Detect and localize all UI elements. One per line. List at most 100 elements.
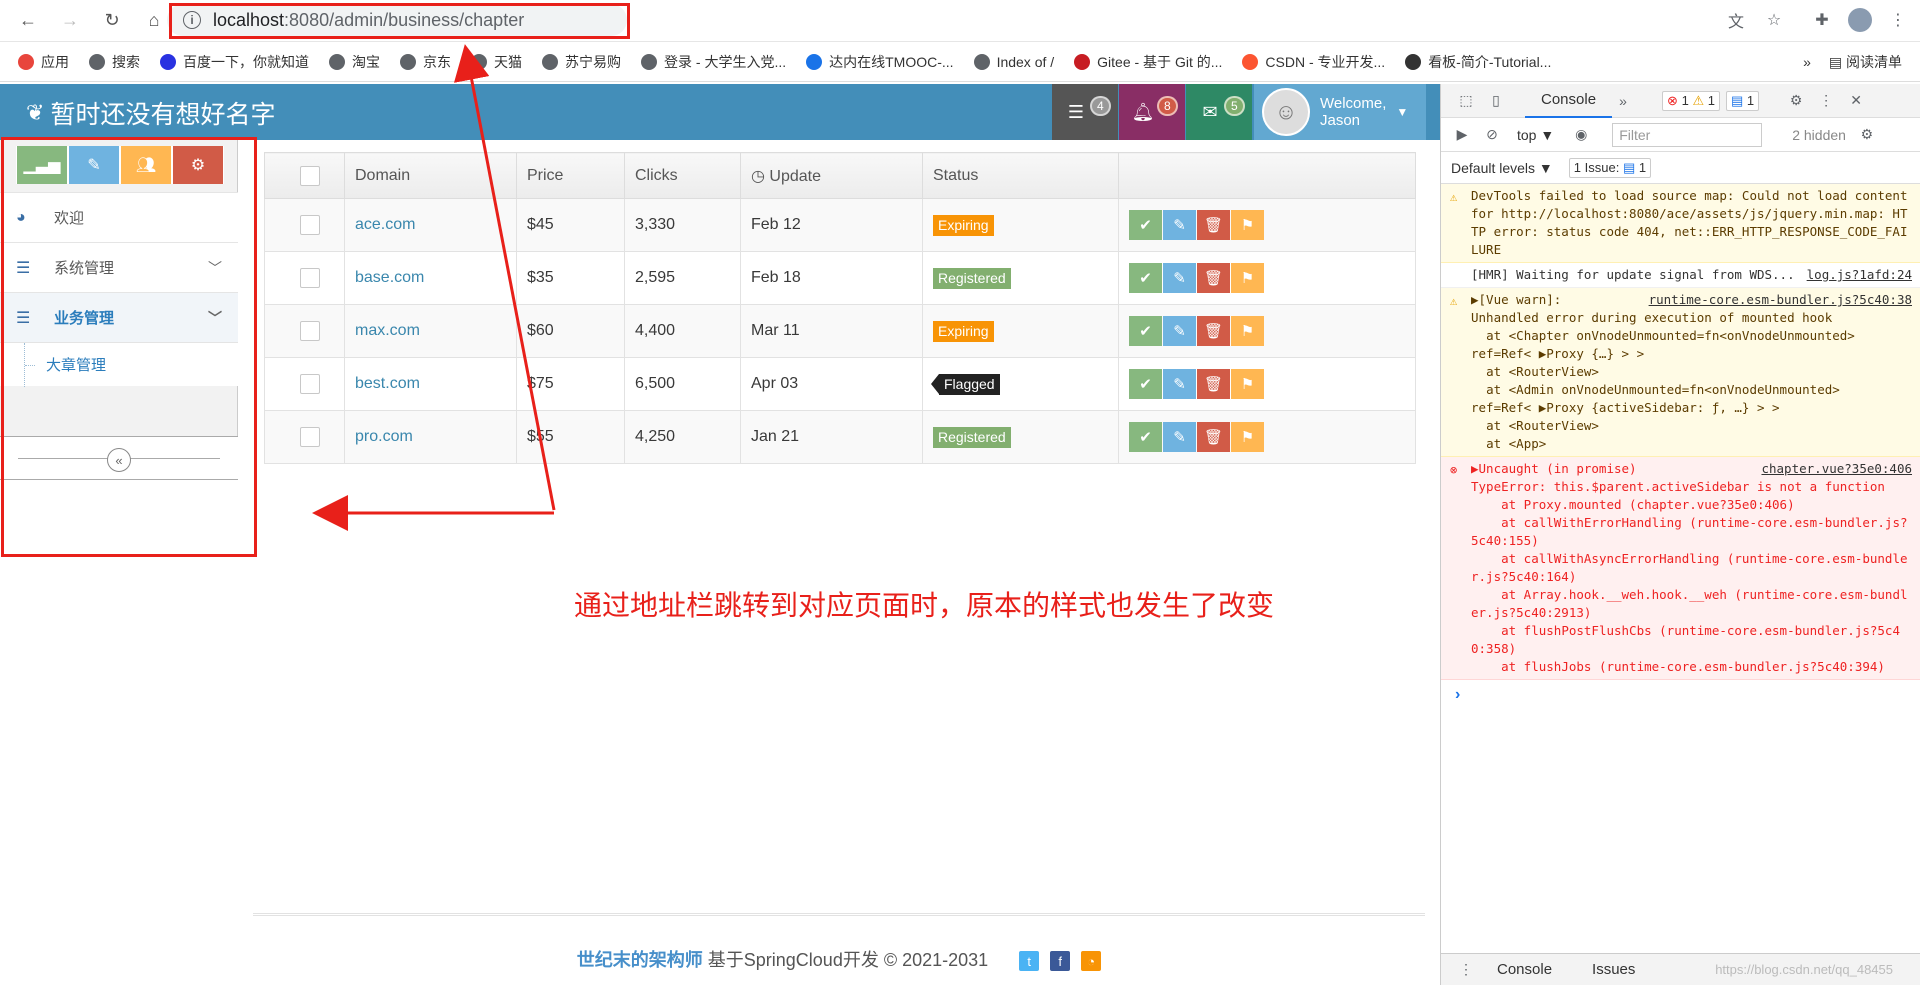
bookmark-item[interactable]: 看板-简介-Tutorial... <box>1405 52 1551 72</box>
header-clicks[interactable]: Clicks <box>624 152 741 199</box>
tab-console[interactable]: Console <box>1525 84 1613 118</box>
check-button[interactable]: ✔ <box>1129 422 1162 452</box>
domain-link[interactable]: base.com <box>344 251 517 305</box>
kebab-menu-icon[interactable]: ⋮ <box>1815 90 1837 112</box>
profile-icon[interactable] <box>1848 8 1872 32</box>
row-checkbox[interactable] <box>299 215 320 235</box>
domain-link[interactable]: ace.com <box>344 198 517 252</box>
domain-link[interactable]: max.com <box>344 304 517 358</box>
check-button[interactable]: ✔ <box>1129 316 1162 346</box>
console-message[interactable]: ⚠ DevTools failed to load source map: Cou… <box>1441 184 1920 263</box>
row-checkbox[interactable] <box>299 374 320 394</box>
bookmark-item[interactable]: Gitee - 基于 Git 的... <box>1074 52 1222 72</box>
issues-button[interactable]: 1 Issue: ▤ 1 <box>1568 157 1652 178</box>
clear-console-icon[interactable]: ⊘ <box>1481 124 1503 146</box>
table-row: pro.com $55 4,250 Jan 21 Registered ✔ ✎ 🗑︎ ⚑ <box>264 410 1416 464</box>
translate-icon[interactable]: 文 <box>1724 8 1748 32</box>
edit-button[interactable]: ✎ <box>1163 316 1196 346</box>
check-button[interactable]: ✔ <box>1129 210 1162 240</box>
tasks-menu[interactable]: ☰ 4 <box>1052 84 1118 140</box>
message-source-link[interactable]: runtime-core.esm-bundler.js?5c40:38 <box>1649 291 1912 309</box>
status-cell: Flagged <box>922 357 1119 411</box>
console-prompt[interactable]: › <box>1441 680 1920 710</box>
domain-link[interactable]: pro.com <box>344 410 517 464</box>
console-message[interactable]: log.js?1afd:24 [HMR] Waiting for update s… <box>1441 263 1920 288</box>
rss-icon[interactable]: ◔ <box>1081 951 1102 972</box>
row-checkbox[interactable] <box>299 427 320 447</box>
close-icon[interactable]: ✕ <box>1845 90 1867 112</box>
menu-icon[interactable]: ⋮ <box>1886 8 1910 32</box>
flag-button[interactable]: ⚑ <box>1231 210 1264 240</box>
flag-button[interactable]: ⚑ <box>1231 263 1264 293</box>
bookmark-item[interactable]: 天猫 <box>471 52 522 72</box>
sidebar-toggle-icon[interactable]: ▶ <box>1451 124 1473 146</box>
eye-icon[interactable]: ◉ <box>1570 124 1592 146</box>
reading-list-button[interactable]: ▤ 阅读清单 <box>1829 52 1902 72</box>
header-domain[interactable]: Domain <box>344 152 517 199</box>
drawer-tab-issues[interactable]: Issues <box>1592 961 1635 978</box>
extensions-icon[interactable]: ✚ <box>1810 8 1834 32</box>
console-settings-icon[interactable]: ⚙ <box>1856 124 1878 146</box>
settings-icon[interactable]: ⚙ <box>1785 90 1807 112</box>
bookmark-item[interactable]: Index of / <box>973 53 1054 70</box>
notifications-menu[interactable]: 🔔︎ 8 <box>1119 84 1185 140</box>
brand[interactable]: ❦ 暂时还没有想好名字 <box>26 95 275 131</box>
inspect-icon[interactable]: ⬚ <box>1455 90 1477 112</box>
back-icon[interactable]: ← <box>14 7 42 35</box>
console-message[interactable]: ⊗ chapter.vue?35e0:406 ▶Uncaught (in promi… <box>1441 457 1920 680</box>
bookmark-item[interactable]: 搜索 <box>89 52 140 72</box>
flag-button[interactable]: ⚑ <box>1231 422 1264 452</box>
bookmark-star-icon[interactable]: ☆ <box>1762 8 1786 32</box>
error-warn-badge[interactable]: ⊗ 1 ⚠ 1 <box>1662 90 1720 111</box>
row-checkbox[interactable] <box>299 321 320 341</box>
edit-button[interactable]: ✎ <box>1163 422 1196 452</box>
flag-button[interactable]: ⚑ <box>1231 316 1264 346</box>
drawer-menu-icon[interactable]: ⋮ <box>1455 959 1477 981</box>
home-icon[interactable]: ⌂ <box>140 7 168 35</box>
delete-button[interactable]: 🗑︎ <box>1197 422 1230 452</box>
console-filter-input[interactable]: Filter <box>1612 122 1763 147</box>
levels-dropdown[interactable]: Default levels ▼ <box>1451 160 1553 176</box>
header-status[interactable]: Status <box>922 152 1119 199</box>
messages-menu[interactable]: ✉ 5 <box>1186 84 1252 140</box>
bookmark-item[interactable]: 淘宝 <box>329 52 380 72</box>
header-update[interactable]: ◷ Update <box>740 152 923 199</box>
delete-button[interactable]: 🗑︎ <box>1197 263 1230 293</box>
bookmark-item[interactable]: 京东 <box>400 52 451 72</box>
more-bookmarks-button[interactable]: » <box>1803 54 1811 70</box>
bookmark-item[interactable]: 达内在线TMOOC-... <box>806 52 954 72</box>
info-badge[interactable]: ▤ 1 <box>1725 90 1760 111</box>
twitter-icon[interactable]: t <box>1019 951 1040 972</box>
device-toggle-icon[interactable]: ▯ <box>1485 90 1507 112</box>
delete-button[interactable]: 🗑︎ <box>1197 210 1230 240</box>
select-all-checkbox[interactable] <box>299 165 320 186</box>
message-source-link[interactable]: log.js?1afd:24 <box>1807 266 1912 284</box>
delete-button[interactable]: 🗑︎ <box>1197 316 1230 346</box>
header-price[interactable]: Price <box>516 152 625 199</box>
check-button[interactable]: ✔ <box>1129 369 1162 399</box>
check-button[interactable]: ✔ <box>1129 263 1162 293</box>
top-navbar: ❦ 暂时还没有想好名字 ☰ 4 🔔︎ 8 ✉ 5 ☺ Welcome, Jaso… <box>0 84 1440 140</box>
row-checkbox[interactable] <box>299 268 320 288</box>
user-menu[interactable]: ☺ Welcome, Jason ▼ <box>1254 84 1426 140</box>
flag-button[interactable]: ⚑ <box>1231 369 1264 399</box>
domain-link[interactable]: best.com <box>344 357 517 411</box>
facebook-icon[interactable]: f <box>1050 951 1071 972</box>
bookmark-item[interactable]: 苏宁易购 <box>542 52 621 72</box>
edit-button[interactable]: ✎ <box>1163 263 1196 293</box>
message-source-link[interactable]: chapter.vue?35e0:406 <box>1761 460 1912 478</box>
edit-button[interactable]: ✎ <box>1163 369 1196 399</box>
edit-button[interactable]: ✎ <box>1163 210 1196 240</box>
forward-icon[interactable]: → <box>56 7 84 35</box>
bookmark-item[interactable]: 应用 <box>18 52 69 72</box>
more-tabs-icon[interactable]: » <box>1612 90 1634 112</box>
bookmark-item[interactable]: 登录 - 大学生入党... <box>641 52 786 72</box>
bookmark-item[interactable]: CSDN - 专业开发... <box>1242 52 1385 72</box>
drawer-tab-console[interactable]: Console <box>1497 961 1552 978</box>
row-select-cell <box>264 198 345 252</box>
reload-icon[interactable]: ↻ <box>98 7 126 35</box>
console-message[interactable]: ⚠ runtime-core.esm-bundler.js?5c40:38 ▶[Vu… <box>1441 288 1920 457</box>
bookmark-item[interactable]: 百度一下，你就知道 <box>160 52 309 72</box>
context-selector[interactable]: top ▼ <box>1517 127 1554 143</box>
delete-button[interactable]: 🗑︎ <box>1197 369 1230 399</box>
